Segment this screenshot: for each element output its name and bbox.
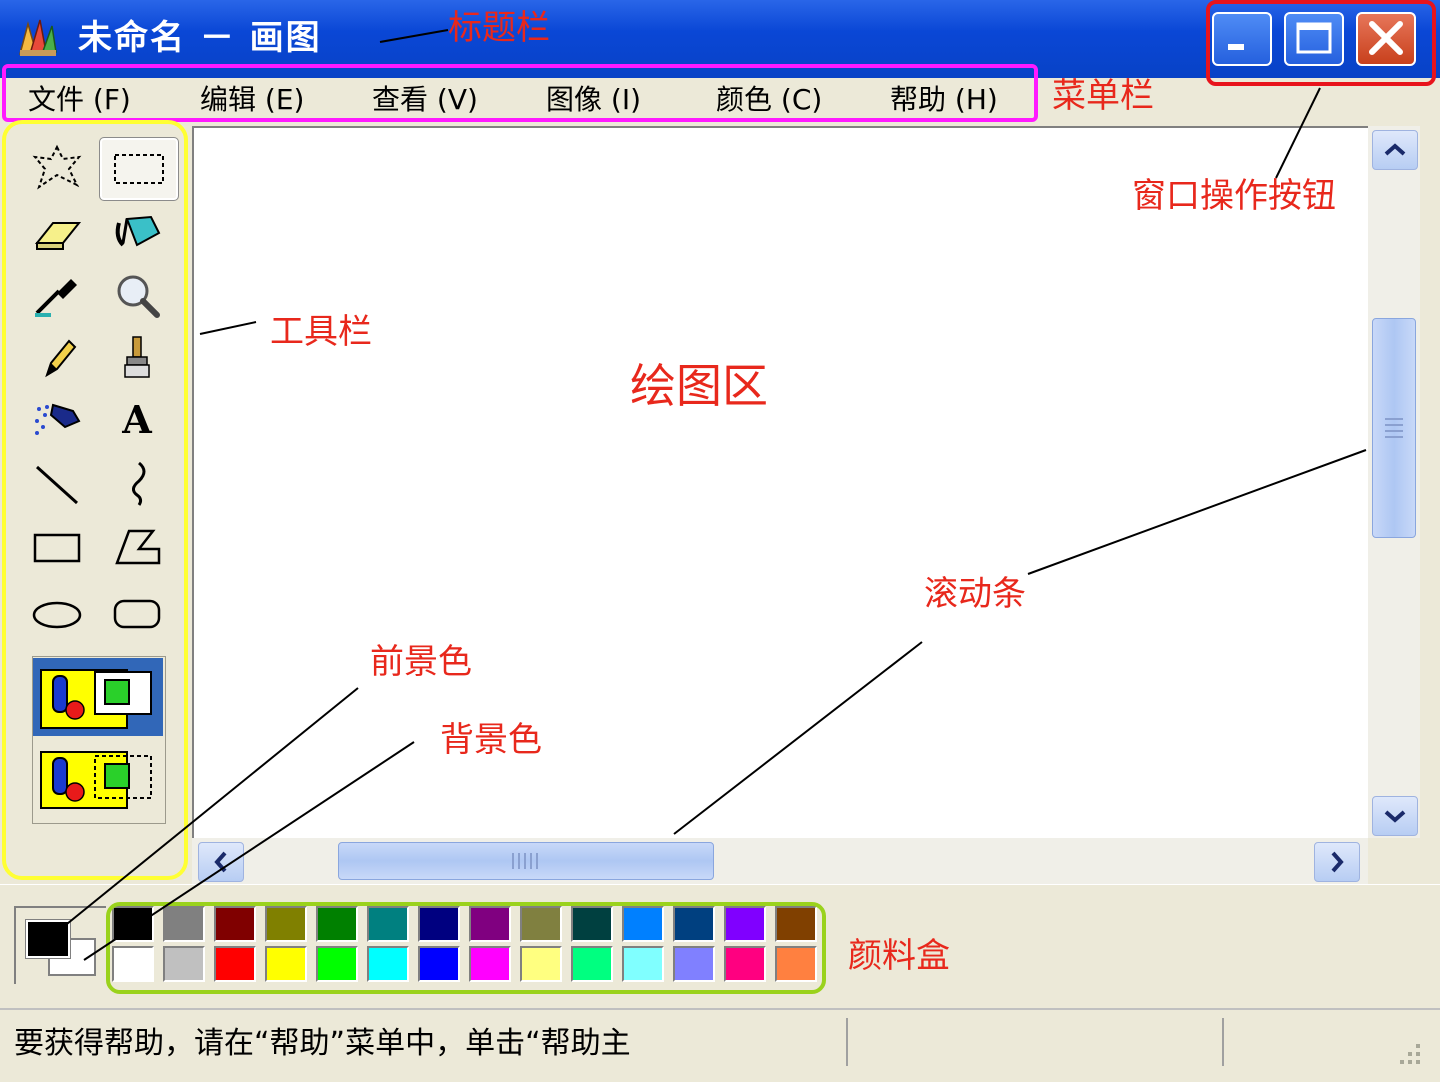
grip-lines-icon <box>512 853 538 869</box>
annotation-title-bar: 标题栏 <box>448 8 550 48</box>
status-text: 要获得帮助，请在“帮助”菜单中，单击“帮助主 <box>14 1026 631 1061</box>
annotation-menu-bar: 菜单栏 <box>1052 76 1154 116</box>
scroll-right-button[interactable] <box>1314 842 1360 882</box>
paint-app-icon <box>18 19 57 56</box>
annotation-window-buttons: 窗口操作按钮 <box>1132 176 1336 216</box>
grip-lines-icon <box>1385 418 1403 438</box>
annotation-background: 背景色 <box>440 720 542 760</box>
window-title: 未命名 － 画图 <box>78 18 322 58</box>
palette-highlight <box>106 902 826 994</box>
chevron-right-icon <box>1331 851 1344 873</box>
drawing-canvas[interactable] <box>192 126 1368 838</box>
chevron-left-icon <box>214 851 227 873</box>
annotation-foreground: 前景色 <box>370 642 472 682</box>
annotation-scrollbar: 滚动条 <box>924 574 1026 614</box>
toolbar-highlight <box>2 120 188 880</box>
chevron-up-icon <box>1384 143 1406 156</box>
chevron-down-icon <box>1384 810 1406 823</box>
horizontal-scroll-thumb[interactable] <box>338 842 714 880</box>
foreground-color-swatch <box>25 919 71 959</box>
scroll-up-button[interactable] <box>1372 130 1418 170</box>
annotation-palette: 颜料盒 <box>848 936 950 976</box>
status-separator <box>846 1018 848 1066</box>
window-buttons-highlight <box>1206 0 1436 86</box>
resize-grip-icon[interactable] <box>1390 1036 1424 1068</box>
annotation-toolbar: 工具栏 <box>270 312 372 352</box>
menu-bar-highlight <box>2 64 1038 122</box>
annotation-canvas: 绘图区 <box>630 359 768 413</box>
scroll-left-button[interactable] <box>198 842 244 882</box>
status-separator <box>1222 1018 1224 1066</box>
vertical-scroll-thumb[interactable] <box>1372 318 1416 538</box>
scroll-down-button[interactable] <box>1372 796 1418 836</box>
